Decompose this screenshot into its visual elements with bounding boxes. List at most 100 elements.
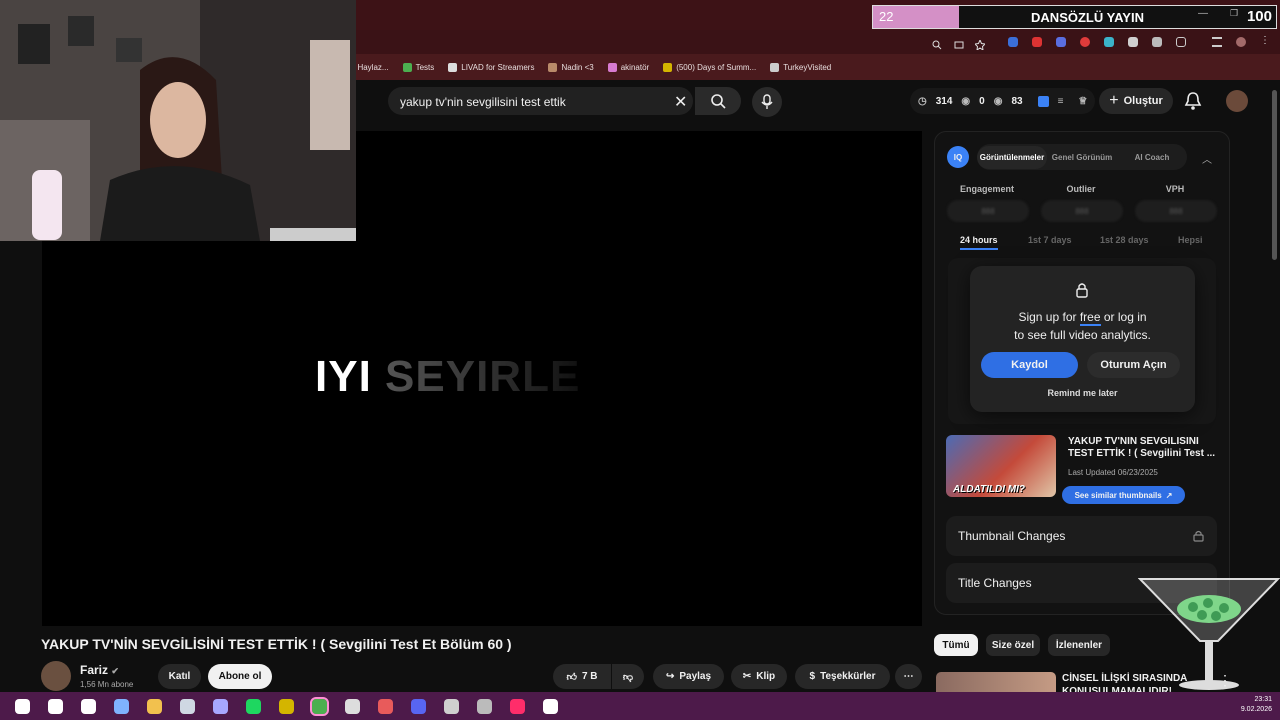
search-input[interactable]: yakup tv'nin sevgilisini test ettik	[388, 87, 693, 115]
free-link[interactable]: free	[1079, 310, 1101, 326]
login-button[interactable]: Oturum Açın	[1087, 352, 1180, 378]
channel-avatar[interactable]	[41, 661, 71, 691]
more-horiz-icon: ⋯	[903, 671, 914, 682]
discord-icon[interactable]	[402, 692, 435, 720]
more-vert-icon[interactable]: ⋮	[1218, 672, 1232, 689]
voice-search-button[interactable]	[752, 87, 782, 117]
profile-icon[interactable]	[1236, 37, 1246, 47]
chrome-icon[interactable]	[303, 692, 336, 720]
cast-icon[interactable]	[954, 37, 964, 49]
search-icon[interactable]	[39, 692, 72, 720]
extension-icon[interactable]	[1032, 37, 1042, 47]
restore-icon[interactable]: ❐	[1230, 8, 1238, 19]
chip-all[interactable]: Tümü	[934, 634, 978, 656]
paint-icon[interactable]	[369, 692, 402, 720]
extension-icon[interactable]	[1008, 37, 1018, 47]
range-24h[interactable]: 24 hours	[960, 235, 998, 245]
menu-icon[interactable]	[1212, 37, 1222, 47]
bookmark-label: (500) Days of Summ...	[676, 62, 757, 72]
metric-engagement-label: Engagement	[959, 184, 1014, 194]
shield-icon[interactable]	[1128, 37, 1138, 47]
thanks-button[interactable]: $ Teşekkürler	[795, 664, 890, 689]
iq-badge-icon[interactable]	[1037, 95, 1049, 107]
clip-button[interactable]: ✂ Klip	[731, 664, 787, 689]
chip-for-you[interactable]: Size özel	[986, 634, 1040, 656]
plus-icon: +	[1109, 92, 1119, 109]
range-7d[interactable]: 1st 7 days	[1028, 235, 1072, 245]
extension-icon[interactable]	[1104, 37, 1114, 47]
capcut-icon[interactable]	[435, 692, 468, 720]
thumbnail-updated: Last Updated 06/23/2025	[1068, 468, 1158, 477]
file-explorer-icon[interactable]	[138, 692, 171, 720]
window-icon[interactable]	[468, 692, 501, 720]
bookmark-star-icon[interactable]	[973, 37, 987, 52]
obs-studio-icon[interactable]	[336, 692, 369, 720]
bookmark-label: , Haylaz...	[353, 62, 389, 72]
dislike-button[interactable]: 👎︎	[612, 664, 644, 689]
trophy-icon[interactable]: ♕	[1078, 96, 1087, 107]
create-label: Oluştur	[1123, 95, 1163, 107]
extension-icon[interactable]	[1152, 37, 1162, 47]
bookmark-item[interactable]: LIVAD for Streamers	[448, 62, 534, 72]
extension-icon[interactable]	[1056, 37, 1066, 47]
more-vert-icon[interactable]: ⋮	[1260, 36, 1270, 47]
zoom-icon[interactable]	[932, 37, 942, 50]
tiktok-icon[interactable]	[501, 692, 534, 720]
task-view-icon[interactable]	[72, 692, 105, 720]
obs-icon[interactable]	[204, 692, 237, 720]
notifications-icon[interactable]	[1184, 91, 1202, 116]
app-icon-glyph	[279, 698, 294, 714]
metric-vph-label: VPH	[1165, 184, 1185, 194]
list-icon[interactable]: ≡	[1058, 96, 1064, 107]
steam-icon[interactable]	[171, 692, 204, 720]
tab-views[interactable]: Görüntülenmeler	[977, 145, 1047, 169]
tab-ai-coach[interactable]: AI Coach	[1117, 153, 1187, 162]
collapse-icon[interactable]: ︿	[1202, 151, 1212, 166]
share-button[interactable]: ↪ Paylaş	[653, 664, 724, 689]
tiktok-live-icon[interactable]	[534, 692, 567, 720]
channel-name[interactable]: Fariz ✔	[80, 663, 119, 677]
subscribe-button[interactable]: Abone ol	[208, 664, 272, 689]
chip-watched[interactable]: İzlenenler	[1048, 634, 1110, 656]
create-button[interactable]: + Oluştur	[1099, 88, 1173, 114]
range-all[interactable]: Hepsi	[1178, 235, 1203, 245]
spotify-icon[interactable]	[237, 692, 270, 720]
bookmark-item[interactable]: (500) Days of Summ...	[663, 62, 757, 72]
spotify-icon-glyph	[246, 698, 261, 714]
join-button[interactable]: Katıl	[158, 664, 201, 689]
stats-bar[interactable]: ◷ 314 ◉ 0 ◉ 83 ≡ ♕	[910, 88, 1096, 114]
copilot-icon[interactable]	[105, 692, 138, 720]
like-button[interactable]: 👍︎ 7 B	[553, 664, 611, 689]
similar-thumbnails-button[interactable]: See similar thumbnails ↗	[1062, 486, 1185, 504]
file-explorer-icon-glyph	[147, 698, 162, 714]
system-clock[interactable]: 23:31 9.02.2026	[1241, 695, 1272, 715]
taskbar	[0, 692, 1280, 720]
page-scrollbar[interactable]	[1272, 90, 1277, 260]
clear-search-icon[interactable]: ✕	[674, 92, 687, 112]
thumbnail-video-title: YAKUP TV'NIN SEVGILISINI TEST ETTİK ! ( …	[1068, 436, 1216, 459]
bookmark-item[interactable]: Tests	[402, 62, 434, 72]
account-avatar[interactable]	[1226, 90, 1248, 112]
range-28d[interactable]: 1st 28 days	[1100, 235, 1149, 245]
more-actions-button[interactable]: ⋯	[895, 664, 922, 689]
remind-later-link[interactable]: Remind me later	[970, 388, 1195, 398]
bookmark-item[interactable]: akinatör	[607, 62, 649, 72]
signup-button[interactable]: Kaydol	[981, 352, 1078, 378]
app-icon[interactable]	[270, 692, 303, 720]
discord-icon-glyph	[411, 698, 426, 714]
overlay-title: DANSÖZLÜ YAYIN	[959, 6, 1276, 28]
minimize-icon[interactable]: —	[1198, 8, 1208, 19]
tab-overview[interactable]: Genel Görünüm	[1047, 153, 1117, 162]
obs-icon-glyph	[213, 698, 228, 714]
bookmark-item[interactable]: TurkeyVisited	[770, 62, 831, 72]
steam-icon-glyph	[180, 698, 195, 714]
puzzle-icon[interactable]	[1176, 37, 1186, 47]
extension-icon[interactable]	[1080, 37, 1090, 47]
start-icon[interactable]	[6, 692, 39, 720]
bookmark-item[interactable]: Nadin <3	[548, 62, 594, 72]
search-button[interactable]	[695, 87, 741, 115]
search-icon	[711, 94, 726, 109]
tiktok-icon-glyph	[510, 698, 525, 714]
thumbnail-changes-accordion[interactable]: Thumbnail Changes	[946, 516, 1217, 556]
bookmark-favicon-icon	[402, 62, 412, 72]
